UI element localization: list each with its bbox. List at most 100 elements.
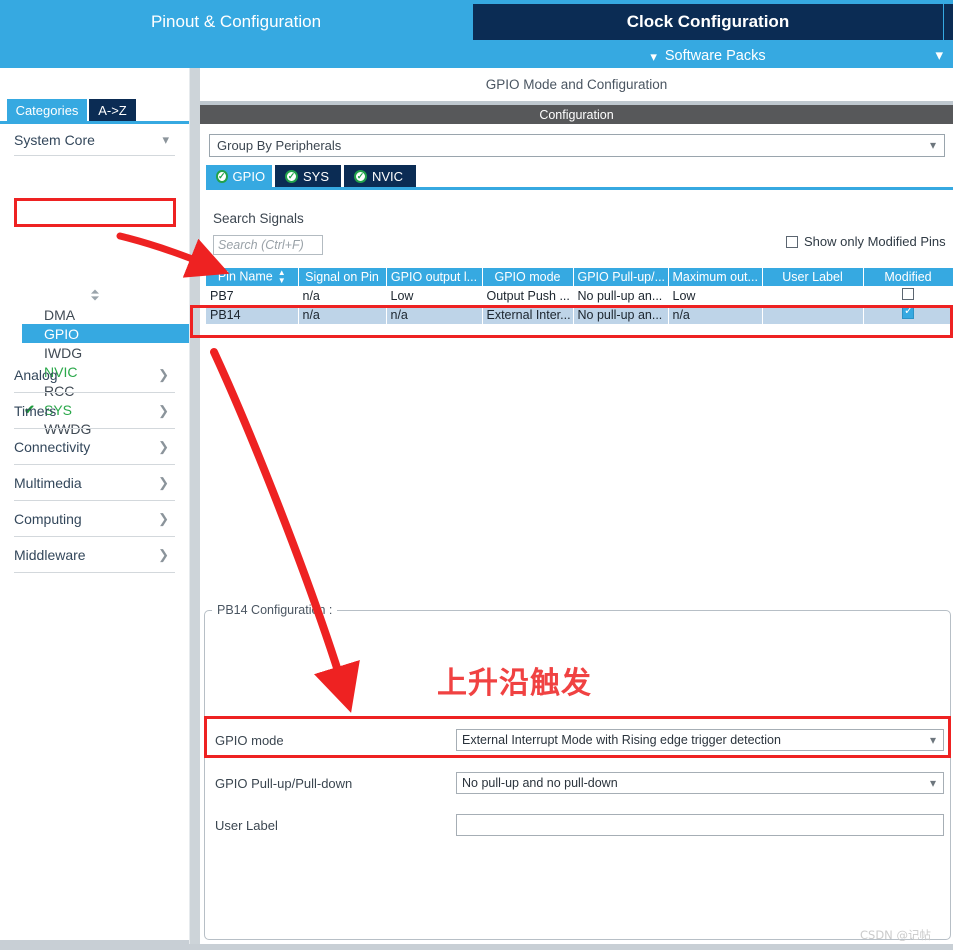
gpio-pull-value: No pull-up and no pull-down bbox=[462, 776, 618, 790]
cell-gpio-mode: External Inter... bbox=[482, 305, 574, 324]
configuration-bar-label: Configuration bbox=[539, 107, 614, 122]
gpio-pull-select[interactable]: No pull-up and no pull-down ▾ bbox=[456, 772, 944, 794]
chevron-down-icon: ▾ bbox=[929, 138, 936, 152]
check-circle-icon: ✓ bbox=[216, 169, 228, 183]
check-circle-icon: ✓ bbox=[285, 169, 298, 183]
sidebar-item-multimedia-label: Multimedia bbox=[14, 474, 82, 491]
software-packs-menu[interactable]: ▾ Software Packs bbox=[473, 44, 943, 68]
table-row[interactable]: PB14 n/a n/a External Inter... No pull-u… bbox=[206, 305, 953, 324]
search-signals-input[interactable]: Search (Ctrl+F) bbox=[213, 235, 323, 255]
cell-user-label bbox=[762, 305, 864, 324]
cell-pin-name: PB7 bbox=[206, 286, 299, 305]
sidebar-tabstrip: Categories A->Z bbox=[0, 99, 189, 121]
sort-updown-icon: ▲ ▼ bbox=[277, 268, 286, 285]
top-banner: Pinout & Configuration Clock Configurati… bbox=[0, 0, 953, 44]
cell-signal-on-pin: n/a bbox=[298, 305, 387, 324]
check-circle-icon: ✓ bbox=[354, 169, 367, 183]
tab-clock-configuration[interactable]: Clock Configuration bbox=[473, 4, 943, 40]
column-header-pin-name[interactable]: Pin Name ▲ ▼ bbox=[206, 268, 299, 286]
cell-maximum-output: n/a bbox=[668, 305, 763, 324]
sidebar-item-analog-label: Analog bbox=[14, 366, 58, 383]
annotation-chinese-note: 上升沿触发 bbox=[437, 666, 592, 701]
cell-gpio-mode: Output Push ... bbox=[482, 286, 574, 305]
sidebar-item-dma[interactable]: DMA bbox=[0, 305, 189, 324]
checkbox-checked-icon bbox=[902, 305, 914, 319]
tab-gpio-label: GPIO bbox=[232, 168, 266, 184]
field-user-label-label: User Label bbox=[215, 817, 278, 833]
table-row[interactable]: PB7 n/a Low Output Push ... No pull-up a… bbox=[206, 286, 953, 305]
tab-nvic[interactable]: ✓ NVIC bbox=[344, 165, 416, 187]
tab-gpio[interactable]: ✓ GPIO bbox=[206, 165, 272, 187]
field-gpio-mode-label: GPIO mode bbox=[215, 732, 284, 748]
cell-empty bbox=[206, 324, 953, 337]
group-by-select[interactable]: Group By Peripherals ▾ bbox=[209, 134, 945, 157]
cell-signal-on-pin: n/a bbox=[298, 286, 387, 305]
cell-pin-name: PB14 bbox=[206, 305, 299, 324]
sidebar-item-computing[interactable]: Computing ❯ bbox=[14, 501, 175, 537]
sidebar-item-gpio[interactable]: GPIO bbox=[22, 324, 189, 343]
sidebar-item-analog[interactable]: Analog ❯ bbox=[14, 357, 175, 393]
sidebar-item-connectivity[interactable]: Connectivity ❯ bbox=[14, 429, 175, 465]
sidebar-categories: Analog ❯ Timers ❯ Connectivity ❯ Multime… bbox=[0, 357, 189, 573]
field-user-label: User Label bbox=[205, 814, 952, 836]
chevron-right-icon: ❯ bbox=[158, 366, 169, 382]
column-header-gpio-mode[interactable]: GPIO mode bbox=[482, 268, 574, 286]
cell-gpio-output-level: n/a bbox=[386, 305, 483, 324]
chevron-down-icon: ▾ bbox=[929, 776, 936, 790]
peripheral-tabs-underline bbox=[206, 187, 953, 190]
field-gpio-mode: GPIO mode External Interrupt Mode with R… bbox=[205, 729, 952, 751]
cell-gpio-pull: No pull-up an... bbox=[573, 305, 669, 324]
table-row-empty bbox=[206, 324, 953, 337]
software-packs-label: Software Packs bbox=[664, 48, 766, 64]
cell-gpio-output-level: Low bbox=[386, 286, 483, 305]
sidebar-item-connectivity-label: Connectivity bbox=[14, 438, 91, 455]
sidebar-item-timers-label: Timers bbox=[14, 402, 57, 419]
tab-categories[interactable]: Categories bbox=[7, 99, 87, 121]
column-header-gpio-pull[interactable]: GPIO Pull-up/... bbox=[573, 268, 669, 286]
pin-table: Pin Name ▲ ▼ Signal on Pin GPIO output l..… bbox=[206, 268, 953, 337]
show-only-modified-pins-checkbox[interactable]: Show only Modified Pins bbox=[786, 234, 946, 249]
cell-user-label bbox=[762, 286, 864, 305]
page-title-label: GPIO Mode and Configuration bbox=[485, 77, 668, 92]
tab-sys[interactable]: ✓ SYS bbox=[275, 165, 341, 187]
tab-categories-label: Categories bbox=[15, 102, 79, 118]
column-header-signal-on-pin[interactable]: Signal on Pin bbox=[298, 268, 387, 286]
column-header-gpio-output-level[interactable]: GPIO output l... bbox=[386, 268, 483, 286]
field-gpio-pull: GPIO Pull-up/Pull-down No pull-up and no… bbox=[205, 772, 952, 794]
column-label: Pin Name bbox=[217, 269, 273, 284]
sidebar-item-middleware[interactable]: Middleware ❯ bbox=[14, 537, 175, 573]
chevron-down-icon-right[interactable]: ▾ bbox=[935, 46, 943, 64]
cell-gpio-pull: No pull-up an... bbox=[573, 286, 669, 305]
sidebar-group-system-core[interactable]: System Core ▾ bbox=[14, 124, 175, 156]
sidebar-item-multimedia[interactable]: Multimedia ❯ bbox=[14, 465, 175, 501]
table-bottom-border bbox=[206, 337, 953, 338]
tab-sys-label: SYS bbox=[303, 168, 330, 184]
chevron-down-icon: ▾ bbox=[650, 48, 657, 64]
chevron-right-icon: ❯ bbox=[158, 474, 169, 490]
chevron-right-icon: ❯ bbox=[158, 510, 169, 526]
column-header-maximum-output[interactable]: Maximum out... bbox=[668, 268, 763, 286]
checkbox-icon bbox=[902, 288, 914, 300]
gpio-mode-select[interactable]: External Interrupt Mode with Rising edge… bbox=[456, 729, 944, 751]
peripheral-tree: System Core ▾ DMA GPIO IWDG NVIC RCC ✔ S… bbox=[0, 124, 189, 950]
sidebar-item-timers[interactable]: Timers ❯ bbox=[14, 393, 175, 429]
page-title: GPIO Mode and Configuration bbox=[200, 68, 953, 101]
column-header-modified[interactable]: Modified bbox=[863, 268, 953, 286]
scroll-updown-icon[interactable] bbox=[86, 289, 104, 301]
tab-pinout-configuration[interactable]: Pinout & Configuration bbox=[0, 0, 472, 44]
panel-splitter[interactable] bbox=[189, 68, 200, 950]
sidebar-bottom-edge bbox=[0, 940, 189, 950]
chevron-down-icon: ▾ bbox=[162, 131, 169, 147]
sidebar-item-gpio-label: GPIO bbox=[44, 325, 80, 342]
cell-maximum-output: Low bbox=[668, 286, 763, 305]
column-header-user-label[interactable]: User Label bbox=[762, 268, 864, 286]
tab-clock-label: Clock Configuration bbox=[626, 12, 790, 31]
tab-a-to-z[interactable]: A->Z bbox=[89, 99, 136, 121]
chevron-right-icon: ❯ bbox=[158, 438, 169, 454]
user-label-input[interactable] bbox=[456, 814, 944, 836]
pin-configuration-legend: PB14 Configuration : bbox=[212, 603, 338, 617]
cell-modified[interactable] bbox=[863, 286, 953, 305]
checkbox-icon bbox=[786, 235, 798, 248]
cell-modified[interactable] bbox=[863, 305, 953, 324]
group-by-value: Group By Peripherals bbox=[217, 138, 342, 153]
